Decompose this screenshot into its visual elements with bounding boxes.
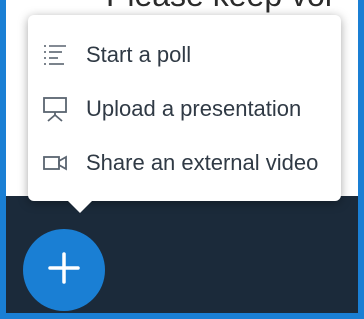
actions-button[interactable] [23, 229, 105, 311]
upload-presentation-menu-item[interactable]: Upload a presentation [28, 82, 341, 136]
upload-presentation-label: Upload a presentation [86, 96, 302, 121]
start-poll-label: Start a poll [86, 42, 192, 67]
plus-icon [44, 248, 84, 293]
start-poll-menu-item[interactable]: Start a poll [28, 28, 341, 82]
poll-list-icon [40, 40, 70, 70]
video-camera-icon [40, 148, 70, 178]
actions-menu: Start a poll Upload a presentation Share… [28, 15, 341, 213]
presentation-icon [40, 94, 70, 124]
share-external-video-label: Share an external video [86, 150, 319, 175]
presentation-area: Please keep voi er a Start a poll [6, 0, 358, 313]
share-external-video-menu-item[interactable]: Share an external video [28, 136, 341, 190]
